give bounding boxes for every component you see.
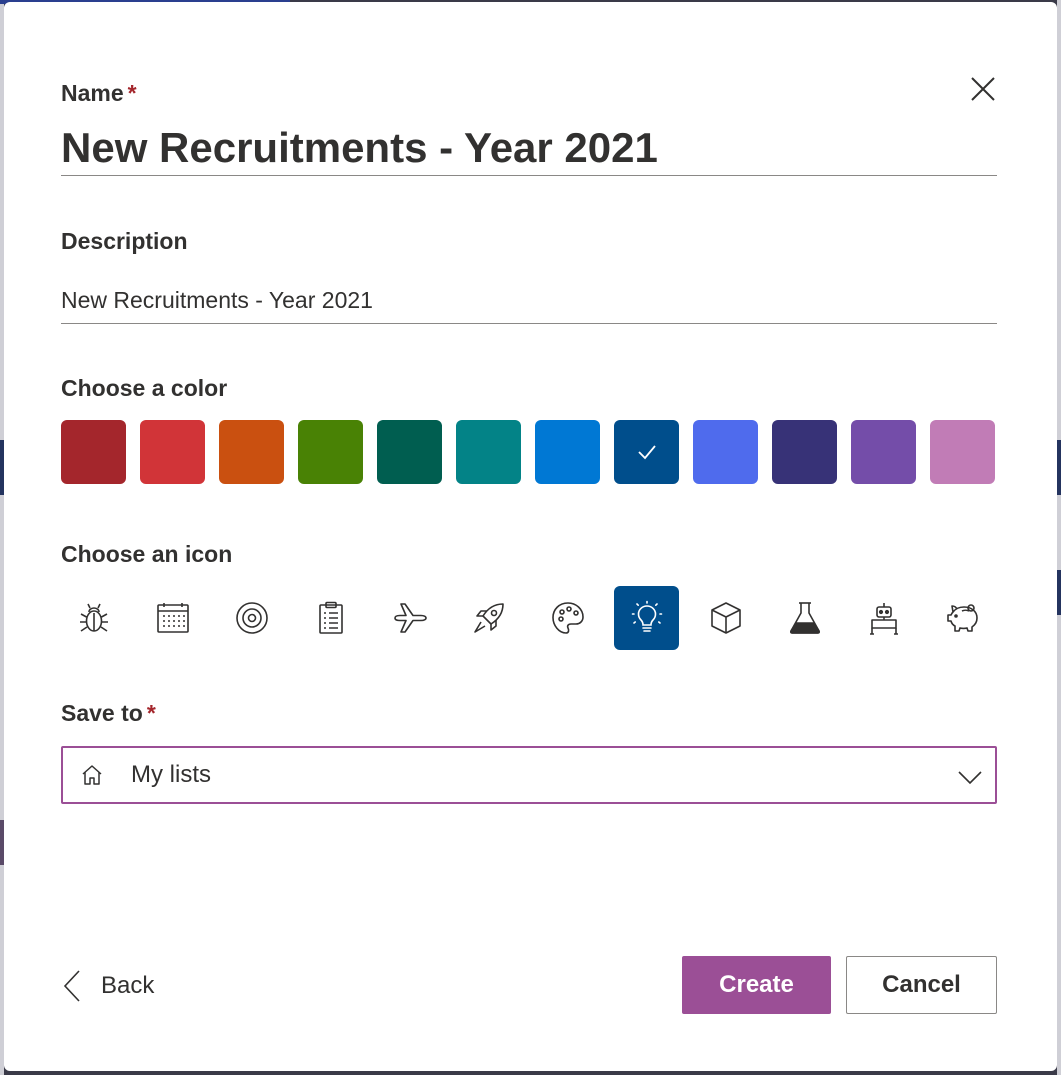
backdrop-strip	[1057, 440, 1061, 495]
description-label: Description	[61, 228, 188, 255]
color-swatch[interactable]	[772, 420, 837, 484]
icon-label: Choose an icon	[61, 541, 232, 568]
color-swatch[interactable]	[219, 420, 284, 484]
save-to-label-text: Save to	[61, 700, 143, 726]
icon-option-lightbulb[interactable]	[614, 586, 679, 650]
color-swatch[interactable]	[298, 420, 363, 484]
icon-option-rocket[interactable]	[456, 586, 521, 650]
cancel-button[interactable]: Cancel	[846, 956, 997, 1014]
bug-icon	[79, 603, 108, 632]
lightbulb-icon	[631, 600, 662, 632]
save-to-dropdown[interactable]: My lists	[61, 746, 997, 804]
target-icon	[235, 602, 268, 634]
robot-icon	[869, 603, 898, 635]
color-swatch[interactable]	[535, 420, 600, 484]
color-swatch[interactable]	[614, 420, 679, 484]
color-swatch[interactable]	[140, 420, 205, 484]
color-swatch[interactable]	[377, 420, 442, 484]
close-icon	[971, 77, 995, 101]
backdrop-strip	[1057, 570, 1061, 615]
icon-option-piggy-bank[interactable]	[930, 586, 995, 650]
save-to-label: Save to *	[61, 700, 156, 727]
color-swatch[interactable]	[456, 420, 521, 484]
name-label-text: Name	[61, 80, 124, 106]
icon-label-text: Choose an icon	[61, 541, 233, 567]
close-button[interactable]	[968, 74, 998, 104]
airplane-icon	[393, 603, 427, 633]
name-label: Name *	[61, 80, 137, 107]
color-label: Choose a color	[61, 375, 227, 402]
flask-icon	[789, 602, 820, 634]
chevron-left-icon	[63, 970, 80, 1002]
rocket-icon	[473, 603, 504, 633]
icon-option-calendar[interactable]	[140, 586, 205, 650]
piggy-bank-icon	[946, 604, 978, 632]
required-mark: *	[146, 700, 156, 726]
chevron-down-icon	[958, 771, 982, 785]
icon-option-clipboard[interactable]	[298, 586, 363, 650]
back-label: Back	[101, 972, 155, 999]
icon-option-robot[interactable]	[851, 586, 916, 650]
icon-option-flask[interactable]	[772, 586, 837, 650]
palette-icon	[551, 602, 584, 634]
color-swatch[interactable]	[930, 420, 995, 484]
icon-picker	[61, 586, 995, 650]
color-swatch[interactable]	[61, 420, 126, 484]
icon-option-palette[interactable]	[535, 586, 600, 650]
create-button[interactable]: Create	[682, 956, 831, 1014]
icon-option-target[interactable]	[219, 586, 284, 650]
description-input[interactable]	[61, 278, 997, 324]
backdrop-right-edge	[1057, 0, 1061, 1075]
calendar-icon	[156, 603, 189, 633]
description-label-text: Description	[61, 228, 188, 254]
cube-icon	[710, 602, 741, 634]
icon-option-bug[interactable]	[61, 586, 126, 650]
name-input[interactable]	[61, 120, 997, 176]
save-to-value: My lists	[131, 761, 211, 788]
color-swatch[interactable]	[693, 420, 758, 484]
color-picker	[61, 420, 995, 484]
home-icon	[79, 762, 105, 788]
create-list-dialog: Name* Description Choose a color Choose …	[4, 2, 1057, 1071]
required-mark: *	[127, 80, 137, 106]
back-button[interactable]: Back	[61, 964, 154, 1008]
clipboard-icon	[318, 601, 343, 634]
color-label-text: Choose a color	[61, 375, 228, 401]
color-swatch[interactable]	[851, 420, 916, 484]
icon-option-cube[interactable]	[693, 586, 758, 650]
icon-option-airplane[interactable]	[377, 586, 442, 650]
checkmark-icon	[637, 445, 656, 460]
